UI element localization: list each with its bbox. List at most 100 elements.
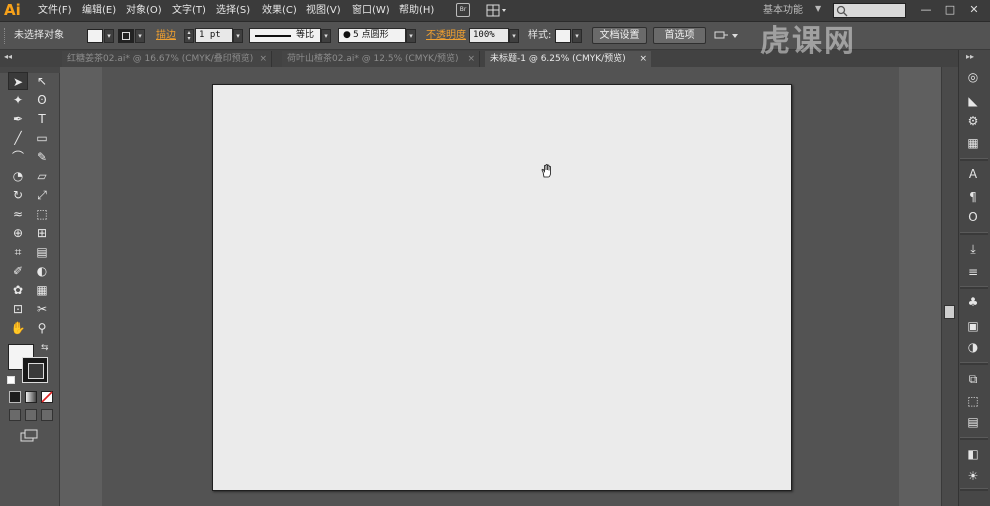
menu-type[interactable]: 文字(T) <box>172 3 206 19</box>
menu-help[interactable]: 帮助(H) <box>399 3 434 19</box>
draw-inside-icon[interactable] <box>41 409 53 421</box>
stroke-label[interactable]: 描边 <box>156 30 176 42</box>
zoom-icon[interactable]: ⚲ <box>32 319 52 337</box>
swap-fill-stroke-icon[interactable]: ⇆ <box>41 343 49 353</box>
bridge-button[interactable]: Br <box>456 3 470 17</box>
scale-icon[interactable]: ⤢ <box>32 186 52 204</box>
links-icon[interactable]: ◧ <box>962 445 984 463</box>
workspace-caret-icon[interactable]: ▼ <box>815 4 821 13</box>
menu-effect[interactable]: 效果(C) <box>262 3 297 19</box>
dock-separator[interactable] <box>960 232 988 235</box>
arrange-documents-button[interactable] <box>486 4 508 17</box>
blob-brush-icon[interactable]: ◔ <box>8 167 28 185</box>
draw-normal-icon[interactable] <box>9 409 21 421</box>
menu-edit[interactable]: 编辑(E) <box>82 3 116 19</box>
control-bar-grip[interactable] <box>4 28 7 44</box>
tab-close-icon[interactable]: × <box>639 51 647 67</box>
stroke-weight-dropdown[interactable]: ▾ <box>233 29 243 43</box>
document-setup-button[interactable]: 文档设置 <box>592 27 647 44</box>
minimize-button[interactable]: — <box>915 1 937 19</box>
restore-button[interactable]: □ <box>939 1 961 19</box>
align-icon[interactable]: ⤓ <box>962 240 984 258</box>
paintbrush-icon[interactable]: ⌒ <box>8 148 28 166</box>
swatches-icon[interactable]: ▦ <box>962 134 984 152</box>
dock-separator[interactable] <box>960 158 988 161</box>
tab-document-2[interactable]: 荷叶山楂茶02.ai* @ 12.5% (CMYK/预览) × <box>282 51 480 67</box>
rectangle-icon[interactable]: ▭ <box>32 129 52 147</box>
preferences-button[interactable]: 首选项 <box>653 27 706 44</box>
pencil-icon[interactable]: ✎ <box>32 148 52 166</box>
stroke-swatch[interactable] <box>22 357 48 383</box>
symbols-icon[interactable]: ♣ <box>962 293 984 311</box>
dock-separator[interactable] <box>960 362 988 365</box>
paragraph-icon[interactable]: ¶ <box>962 188 984 206</box>
dock-separator[interactable] <box>960 286 988 289</box>
symbol-sprayer-icon[interactable]: ✿ <box>8 281 28 299</box>
menu-object[interactable]: 对象(O) <box>126 3 162 19</box>
opentype-icon[interactable]: O <box>962 208 984 226</box>
none-mode-icon[interactable] <box>41 391 53 403</box>
menu-file[interactable]: 文件(F) <box>38 3 72 19</box>
close-button[interactable]: ✕ <box>963 1 985 19</box>
gradient-panel-icon[interactable]: ▣ <box>962 317 984 335</box>
opacity-label[interactable]: 不透明度 <box>426 30 466 42</box>
tab-document-3[interactable]: 未标题-1 @ 6.25% (CMYK/预览) × <box>485 51 651 67</box>
appearance-icon[interactable]: ⚙ <box>962 112 984 130</box>
stroke-weight-field[interactable]: 1 pt <box>195 28 233 43</box>
layers-icon[interactable]: ⧉ <box>962 370 984 388</box>
magic-wand-icon[interactable]: ✦ <box>8 91 28 109</box>
scrollbar-thumb[interactable] <box>944 305 955 319</box>
opacity-dropdown[interactable]: ▾ <box>509 29 519 43</box>
vertical-scrollbar[interactable] <box>941 67 958 506</box>
perspective-grid-icon[interactable]: ⊞ <box>32 224 52 242</box>
help-search-input[interactable] <box>833 3 906 18</box>
eraser-icon[interactable]: ▱ <box>32 167 52 185</box>
warp-icon[interactable]: ≈ <box>8 205 28 223</box>
fill-dropdown[interactable]: ▾ <box>104 29 114 43</box>
artboard[interactable] <box>212 84 792 491</box>
default-colors-icon[interactable] <box>7 376 15 384</box>
brush-definition[interactable]: ● 5 点圆形 <box>338 28 406 43</box>
fill-color-swatch[interactable] <box>87 29 103 43</box>
slice-icon[interactable]: ✂ <box>32 300 52 318</box>
dock-separator[interactable] <box>960 488 988 491</box>
stroke-dropdown[interactable]: ▾ <box>135 29 145 43</box>
eyedropper-icon[interactable]: ✐ <box>8 262 28 280</box>
dock-separator[interactable] <box>960 437 988 440</box>
color-icon[interactable]: ◎ <box>962 68 984 86</box>
rotate-icon[interactable]: ↻ <box>8 186 28 204</box>
tab-close-icon[interactable]: × <box>259 51 267 67</box>
menu-view[interactable]: 视图(V) <box>306 3 341 19</box>
blend-icon[interactable]: ◐ <box>32 262 52 280</box>
draw-behind-icon[interactable] <box>25 409 37 421</box>
type-icon[interactable]: T <box>32 110 52 128</box>
graphic-style-dropdown[interactable]: ▾ <box>572 29 582 43</box>
color-guide-icon[interactable]: ◣ <box>962 92 984 110</box>
menu-window[interactable]: 窗口(W) <box>352 3 390 19</box>
brush-dropdown[interactable]: ▾ <box>406 29 416 43</box>
profile-dropdown[interactable]: ▾ <box>321 29 331 43</box>
transparency-icon[interactable]: ◑ <box>962 338 984 356</box>
transform-icon[interactable]: ▤ <box>962 413 984 431</box>
artboards-icon[interactable]: ⬚ <box>962 392 984 410</box>
control-bar-menu[interactable] <box>713 29 741 43</box>
stroke-icon[interactable]: ≡ <box>962 263 984 281</box>
brightness-icon[interactable]: ☀ <box>962 467 984 485</box>
graphic-style-swatch[interactable] <box>555 29 571 43</box>
tab-close-icon[interactable]: × <box>467 51 475 67</box>
gradient-mode-icon[interactable] <box>25 391 37 403</box>
direct-selection-icon[interactable]: ↖ <box>32 72 52 90</box>
stroke-color-swatch[interactable] <box>118 29 134 43</box>
hand-icon[interactable]: ✋ <box>8 319 28 337</box>
column-graph-icon[interactable]: ▦ <box>32 281 52 299</box>
pen-icon[interactable]: ✒ <box>8 110 28 128</box>
screen-mode-icon[interactable] <box>20 429 40 442</box>
selection-icon[interactable]: ➤ <box>8 72 28 90</box>
character-icon[interactable]: A <box>962 165 984 183</box>
stroke-weight-stepper[interactable]: ▴ ▾ <box>184 29 194 43</box>
tab-document-1[interactable]: 红糖姜茶02.ai* @ 16.67% (CMYK/叠印预览) × <box>62 51 272 67</box>
color-mode-icon[interactable] <box>9 391 21 403</box>
gradient-icon[interactable]: ▤ <box>32 243 52 261</box>
lasso-icon[interactable]: ʘ <box>32 91 52 109</box>
variable-width-profile[interactable]: 等比 <box>249 28 321 43</box>
